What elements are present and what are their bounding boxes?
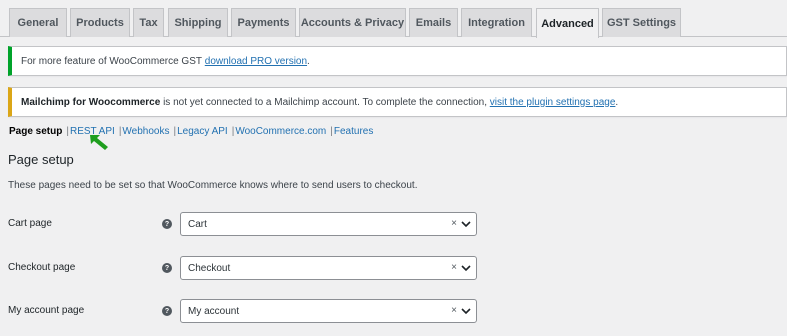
gst-notice-suffix: . [307,55,310,67]
question-circle-icon[interactable]: ? [162,306,172,316]
chevron-down-icon [461,265,471,272]
tab-shipping[interactable]: Shipping [168,8,228,37]
clear-x-icon[interactable]: × [451,218,457,229]
question-circle-icon[interactable]: ? [162,263,172,273]
tab-integration[interactable]: Integration [461,8,532,37]
gst-notice-text: For more feature of WooCommerce GST [21,55,202,67]
subnav-legacy-api[interactable]: Legacy API [177,126,228,137]
my-account-page-value: My account [188,305,240,317]
my-account-page-label: My account page [8,305,85,316]
subnav-separator: | [231,125,235,137]
tab-products[interactable]: Products [70,8,130,37]
subnav-page-setup[interactable]: Page setup [9,126,62,137]
subnav-separator: | [330,125,333,137]
checkout-page-label: Checkout page [8,262,76,273]
chevron-down-icon [461,308,471,315]
subnav-separator: | [118,125,122,137]
tab-general[interactable]: General [9,8,67,37]
subnav-features[interactable]: Features [334,126,373,137]
subnav-woocommerce-com[interactable]: WooCommerce.com [235,126,326,137]
cart-page-select[interactable]: Cart × [180,212,477,236]
download-pro-link[interactable]: download PRO version [205,56,307,67]
subnav-separator: | [173,125,177,137]
page-setup-description: These pages need to be set so that WooCo… [8,180,418,191]
subnav-separator: | [66,125,69,137]
page-setup-heading: Page setup [8,152,74,167]
tab-advanced[interactable]: Advanced [536,8,599,38]
tab-accounts-privacy[interactable]: Accounts & Privacy [299,8,406,37]
gst-pro-notice: For more feature of WooCommerce GST down… [8,46,787,76]
question-circle-icon[interactable]: ? [162,219,172,229]
advanced-subnav: Page setup | REST API | Webhooks | Legac… [9,125,373,137]
my-account-page-select[interactable]: My account × [180,299,477,323]
chevron-down-icon [461,221,471,228]
tab-emails[interactable]: Emails [409,8,458,37]
checkout-page-select[interactable]: Checkout × [180,256,477,280]
subnav-webhooks[interactable]: Webhooks [122,126,169,137]
plugin-settings-link[interactable]: visit the plugin settings page [490,97,616,108]
nav-tab-wrapper: General Products Tax Shipping Payments A… [0,0,787,38]
arrow-pointer-icon [90,135,108,150]
clear-x-icon[interactable]: × [451,305,457,316]
tab-tax[interactable]: Tax [133,8,164,37]
mailchimp-notice-suffix: . [615,96,619,108]
tab-payments[interactable]: Payments [231,8,296,37]
cart-page-label: Cart page [8,218,52,229]
mailchimp-notice-title: Mailchimp for Woocommerce [21,96,161,108]
cart-page-value: Cart [188,218,207,230]
tab-gst-settings[interactable]: GST Settings [602,8,681,37]
checkout-page-value: Checkout [188,262,231,274]
mailchimp-notice: Mailchimp for Woocommerce is not yet con… [8,87,787,117]
mailchimp-notice-text: is not yet connected to a Mailchimp acco… [160,96,490,108]
clear-x-icon[interactable]: × [451,262,457,273]
